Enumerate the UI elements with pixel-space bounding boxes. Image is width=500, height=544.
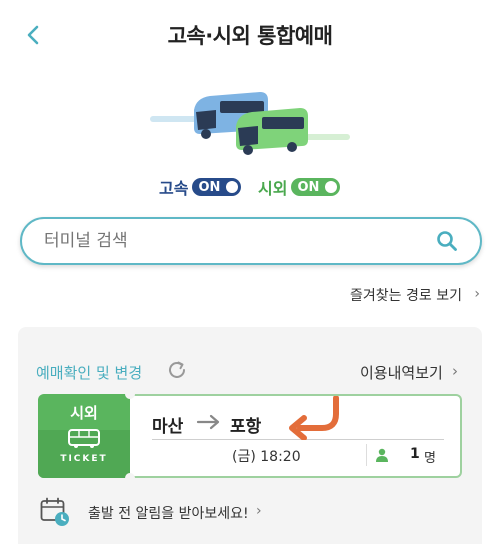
departure-alarm-link[interactable]: 출발 전 알림을 받아보세요! <box>88 503 249 523</box>
usage-history-link[interactable]: 이용내역보기 <box>360 362 443 383</box>
arrow-right-icon <box>196 414 220 430</box>
person-icon <box>376 448 388 462</box>
chevron-right-icon: › <box>256 503 262 519</box>
express-toggle-label: 고속 <box>159 179 189 198</box>
ticket-stub: 시외 TICKET <box>38 394 130 478</box>
route-destination: 포항 <box>230 417 262 437</box>
chevron-right-icon: › <box>452 362 458 380</box>
calendar-clock-icon <box>40 497 69 526</box>
terminal-search-input[interactable] <box>44 231 424 251</box>
favorite-routes-link[interactable]: 즐겨찾는 경로 보기 <box>350 285 462 305</box>
express-toggle[interactable]: ON <box>192 178 242 196</box>
bus-illustration <box>150 92 350 155</box>
passenger-unit: 명 <box>424 451 436 466</box>
ticket-type: 시외 <box>70 404 98 422</box>
intercity-toggle[interactable]: ON <box>291 178 341 196</box>
reservation-ticket-card[interactable]: 시외 TICKET 마산 포항 (금) 18:20 1 명 <box>38 389 462 483</box>
ticket-stub-label: TICKET <box>60 454 108 464</box>
chevron-right-icon: › <box>474 286 480 302</box>
route-origin: 마산 <box>152 417 184 437</box>
ticket-perforation-top <box>125 389 135 399</box>
reservation-confirm-link[interactable]: 예매확인 및 변경 <box>36 362 142 383</box>
express-toggle-group: 고속 ON <box>159 174 242 200</box>
departure-time: (금) 18:20 <box>232 449 301 465</box>
ticket-divider <box>366 444 367 466</box>
passenger-count: 1 <box>410 446 420 462</box>
intercity-toggle-state: ON <box>297 179 320 195</box>
express-toggle-state: ON <box>198 179 221 195</box>
search-icon[interactable] <box>436 230 458 252</box>
terminal-search-box[interactable] <box>20 217 482 265</box>
intercity-toggle-group: 시외 ON <box>258 174 341 200</box>
intercity-toggle-label: 시외 <box>258 179 288 198</box>
express-toggle-knob <box>226 181 239 193</box>
curved-arrow-icon <box>289 396 339 440</box>
refresh-icon[interactable] <box>166 359 188 381</box>
page-title: 고속·시외 통합예매 <box>167 24 333 48</box>
bus-type-toggles: 고속 ON 시외 ON <box>0 174 500 200</box>
header-bar: 고속·시외 통합예매 <box>0 0 500 74</box>
intercity-toggle-knob <box>325 181 338 193</box>
bus-icon <box>68 429 100 448</box>
ticket-perforation-bottom <box>125 473 135 483</box>
